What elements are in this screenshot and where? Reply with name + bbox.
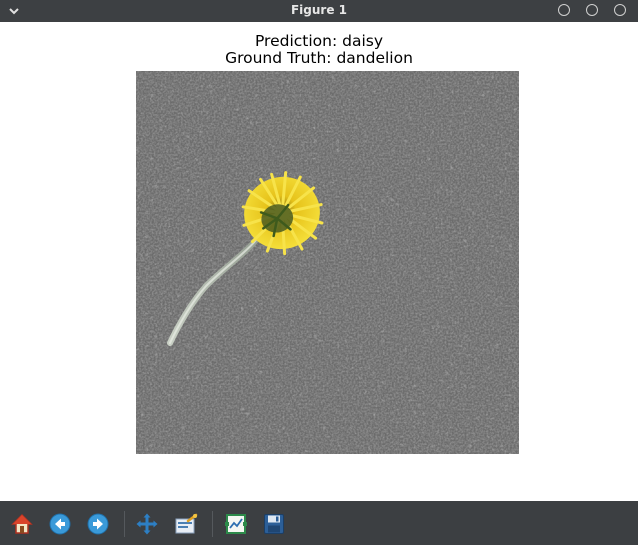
home-icon xyxy=(11,513,33,534)
subplots-icon xyxy=(225,514,247,534)
ground-truth-title: Ground Truth: dandelion xyxy=(225,49,413,67)
zoom-rect-icon xyxy=(175,513,198,534)
forward-button[interactable] xyxy=(86,512,110,536)
close-button[interactable] xyxy=(614,4,626,16)
toolbar-separator xyxy=(124,511,125,537)
navigation-toolbar xyxy=(0,501,638,545)
pan-button[interactable] xyxy=(135,512,159,536)
zoom-button[interactable] xyxy=(174,512,198,536)
window-title: Figure 1 xyxy=(290,3,348,17)
dandelion-photo xyxy=(136,71,519,454)
arrow-right-icon xyxy=(87,513,109,535)
maximize-button[interactable] xyxy=(586,4,598,16)
floppy-icon xyxy=(264,514,284,534)
minimize-button[interactable] xyxy=(558,4,570,16)
image-axes[interactable] xyxy=(136,71,519,454)
window-titlebar: Figure 1 xyxy=(0,0,638,22)
move-icon xyxy=(136,513,158,535)
toolbar-separator-2 xyxy=(212,511,213,537)
arrow-left-icon xyxy=(49,513,71,535)
figure-canvas[interactable]: Prediction: daisy Ground Truth: dandelio… xyxy=(0,22,638,501)
prediction-title: Prediction: daisy xyxy=(254,32,384,50)
save-button[interactable] xyxy=(262,512,286,536)
home-button[interactable] xyxy=(10,512,34,536)
back-button[interactable] xyxy=(48,512,72,536)
subplots-button[interactable] xyxy=(224,512,248,536)
